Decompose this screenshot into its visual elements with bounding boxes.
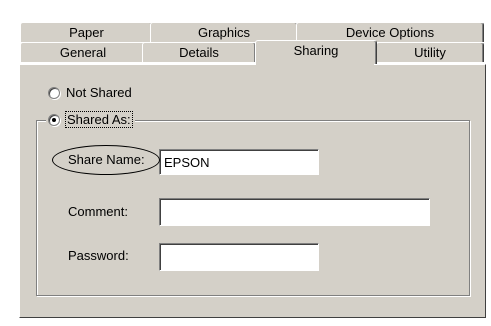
printer-properties-dialog: Paper Graphics Device Options General De… — [0, 0, 491, 326]
password-input[interactable] — [159, 243, 319, 271]
comment-label: Comment: — [68, 204, 128, 219]
share-name-label: Share Name: — [68, 152, 145, 167]
tab-sharing[interactable]: Sharing — [255, 40, 377, 64]
not-shared-radio[interactable] — [48, 86, 60, 99]
comment-input[interactable] — [159, 198, 430, 226]
shared-as-label: Shared As: — [65, 111, 133, 128]
shared-as-option[interactable]: Shared As: — [46, 111, 135, 128]
tab-graphics[interactable]: Graphics — [150, 22, 298, 42]
tab-general[interactable]: General — [20, 42, 146, 62]
password-label: Password: — [68, 248, 129, 263]
not-shared-option[interactable]: Not Shared — [48, 85, 132, 100]
active-tab-join — [256, 63, 374, 66]
share-name-input[interactable] — [159, 149, 319, 175]
tab-details[interactable]: Details — [142, 42, 256, 62]
tab-device-options[interactable]: Device Options — [296, 22, 484, 42]
not-shared-label: Not Shared — [66, 85, 132, 100]
tab-utility[interactable]: Utility — [376, 42, 484, 62]
tab-paper[interactable]: Paper — [20, 22, 153, 42]
shared-as-radio[interactable] — [48, 113, 60, 126]
